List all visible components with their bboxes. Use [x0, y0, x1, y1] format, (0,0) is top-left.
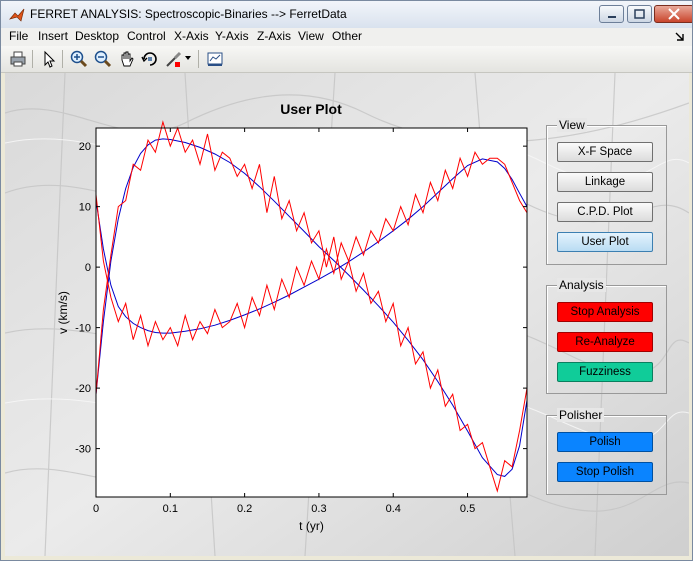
- menu-x-axis[interactable]: X-Axis: [174, 29, 209, 43]
- x-axis-label: t (yr): [299, 519, 324, 533]
- analysis-panel: Analysis Stop Analysis Re-Analyze Fuzzin…: [546, 278, 667, 394]
- maximize-button[interactable]: [627, 5, 652, 23]
- print-icon[interactable]: [8, 49, 28, 69]
- y-tick-label: 20: [79, 141, 91, 153]
- menu-desktop[interactable]: Desktop: [75, 29, 119, 43]
- x-tick-label: 0.5: [460, 503, 475, 515]
- x-tick-label: 0: [93, 503, 99, 515]
- x-tick-label: 0.3: [311, 503, 326, 515]
- menu-z-axis[interactable]: Z-Axis: [257, 29, 291, 43]
- menu-y-axis[interactable]: Y-Axis: [215, 29, 249, 43]
- cpd-plot-button[interactable]: C.P.D. Plot: [557, 202, 653, 222]
- dock-arrow-icon[interactable]: [675, 31, 685, 41]
- linkage-button[interactable]: Linkage: [557, 172, 653, 192]
- data-cursor-icon[interactable]: [205, 49, 225, 69]
- stop-analysis-button[interactable]: Stop Analysis: [557, 302, 653, 322]
- toolbar: [1, 46, 692, 73]
- y-tick-label: 10: [79, 202, 91, 214]
- y-tick-label: -10: [75, 323, 91, 335]
- y-tick-label: -20: [75, 383, 91, 395]
- xf-space-button[interactable]: X-F Space: [557, 142, 653, 162]
- matlab-logo-icon: [9, 8, 25, 22]
- menu-control[interactable]: Control: [127, 29, 166, 43]
- figure-canvas: User Plot 0 0.1 0.2 0.3 0.4 0.5 20 10 0 -10 -20 -30…: [5, 73, 689, 556]
- zoom-out-icon[interactable]: [93, 49, 113, 69]
- pointer-icon[interactable]: [39, 49, 59, 69]
- view-panel: View X-F Space Linkage C.P.D. Plot User …: [546, 118, 667, 265]
- polish-button[interactable]: Polish: [557, 432, 653, 452]
- toolbar-separator: [32, 50, 33, 68]
- dropdown-arrow-icon[interactable]: [185, 56, 192, 62]
- maximize-icon: [634, 9, 645, 19]
- fuzziness-button[interactable]: Fuzziness: [557, 362, 653, 382]
- menu-file[interactable]: File: [9, 29, 28, 43]
- menu-bar: File Insert Desktop Control X-Axis Y-Axi…: [1, 28, 692, 46]
- title-bar[interactable]: FERRET ANALYSIS: Spectroscopic-Binaries …: [1, 1, 692, 29]
- view-panel-label: View: [557, 118, 587, 132]
- close-icon: [668, 8, 680, 20]
- rotate-icon[interactable]: [140, 49, 160, 69]
- x-tick-label: 0.2: [237, 503, 252, 515]
- re-analyze-button[interactable]: Re-Analyze: [557, 332, 653, 352]
- menu-view[interactable]: View: [298, 29, 324, 43]
- y-tick-label: -30: [75, 444, 91, 456]
- minimize-button[interactable]: [599, 5, 624, 23]
- y-axis-label: v (km/s): [56, 291, 70, 334]
- pan-icon[interactable]: [117, 49, 137, 69]
- app-window: FERRET ANALYSIS: Spectroscopic-Binaries …: [0, 0, 693, 561]
- window-title: FERRET ANALYSIS: Spectroscopic-Binaries …: [30, 7, 347, 21]
- menu-other[interactable]: Other: [332, 29, 362, 43]
- polisher-panel-label: Polisher: [557, 408, 605, 422]
- stop-polish-button[interactable]: Stop Polish: [557, 462, 653, 482]
- analysis-panel-label: Analysis: [557, 278, 606, 292]
- plot-area: [96, 128, 527, 497]
- x-tick-label: 0.4: [386, 503, 401, 515]
- user-plot-button[interactable]: User Plot: [557, 232, 653, 252]
- polisher-panel: Polisher Polish Stop Polish: [546, 408, 667, 495]
- x-tick-label: 0.1: [163, 503, 178, 515]
- y-tick-label: 0: [85, 262, 91, 274]
- toolbar-separator: [62, 50, 63, 68]
- menu-insert[interactable]: Insert: [38, 29, 68, 43]
- close-button[interactable]: [654, 5, 692, 23]
- brush-icon[interactable]: [164, 49, 184, 69]
- zoom-in-icon[interactable]: [69, 49, 89, 69]
- toolbar-separator: [198, 50, 199, 68]
- minimize-icon: [608, 16, 616, 18]
